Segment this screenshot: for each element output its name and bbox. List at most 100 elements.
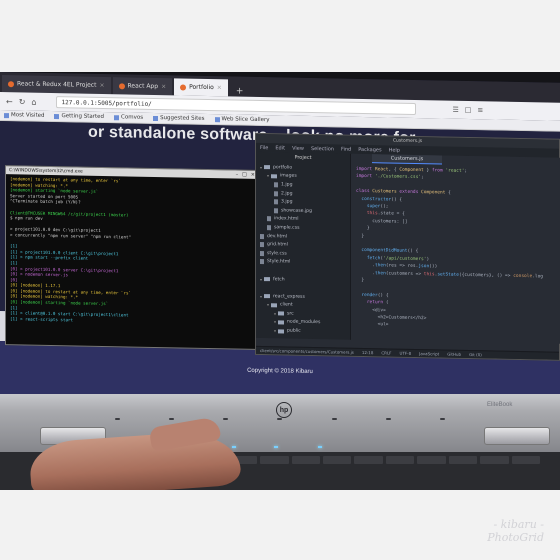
tree-label: src xyxy=(287,311,294,317)
terminal-window[interactable]: C:\WINDOWS\system32\cmd.exe – □ × [nodem… xyxy=(5,165,259,350)
new-tab-button[interactable]: + xyxy=(230,86,250,97)
menu-item[interactable]: Edit xyxy=(275,145,285,151)
tree-label: node_modules xyxy=(287,319,321,326)
tree-label: client xyxy=(280,302,293,308)
folder-icon xyxy=(264,294,271,299)
home-icon[interactable]: ⌂ xyxy=(31,97,36,106)
model-label: EliteBook xyxy=(487,402,513,408)
tree-label: index.html xyxy=(274,216,299,223)
project-tree: Project ▾ portfolio ▾ images 1.jpg 2.jpg 3.jpg… xyxy=(256,151,351,340)
close-tab-icon[interactable]: × xyxy=(217,84,222,91)
code-token: render xyxy=(361,292,378,299)
close-tab-icon[interactable]: × xyxy=(161,83,166,90)
terminal-title: C:\WINDOWS\system32\cmd.exe xyxy=(9,167,83,175)
code-token: console xyxy=(513,273,533,279)
code-token: <ul> xyxy=(356,322,389,328)
code-token: } xyxy=(423,168,432,174)
bookmark-icon xyxy=(4,112,9,118)
folder-icon xyxy=(278,311,285,316)
code-token: return xyxy=(366,300,384,306)
status-item: client/src/components/customers/Customer… xyxy=(260,347,354,355)
copyright-text: Copyright © 2018 Kibaru xyxy=(247,367,313,376)
tree-label: 3.jpg xyxy=(281,199,293,205)
folder-icon xyxy=(264,277,271,282)
code-token: fetch xyxy=(366,255,381,262)
file-icon xyxy=(274,190,278,196)
tree-folder[interactable]: ▾ public xyxy=(256,326,350,336)
code-token: '/api/customers' xyxy=(383,256,427,263)
code-token: setState xyxy=(437,272,459,278)
menu-item[interactable]: Packages xyxy=(358,146,381,152)
watermark-line2: PhotoGrid xyxy=(487,531,544,544)
tree-label: showcase.jpg xyxy=(281,208,313,214)
browser-tab-label: Portfolio xyxy=(189,83,214,92)
folder-icon xyxy=(278,328,285,334)
url-text: 127.0.0.1:5005/portfolio/ xyxy=(61,98,152,108)
folder-icon xyxy=(278,320,285,325)
right-hinge xyxy=(484,427,550,445)
tree-label: dev.html xyxy=(267,233,288,240)
file-icon xyxy=(260,233,264,239)
code-token: 'react' xyxy=(445,168,465,174)
status-item: UTF-8 xyxy=(399,350,412,356)
tree-label: Style.html xyxy=(267,259,291,265)
code-token: ( xyxy=(383,300,389,306)
code-token: then xyxy=(374,263,386,269)
menu-item[interactable]: File xyxy=(260,144,268,150)
code-token: () { xyxy=(407,249,419,255)
menu-item[interactable]: Selection xyxy=(311,145,334,151)
code-token: class xyxy=(356,189,373,195)
library-icon[interactable]: ☰ xyxy=(452,106,458,114)
maximize-icon[interactable]: □ xyxy=(242,172,247,178)
browser-tab[interactable]: React & Redux 4EL Project × xyxy=(2,75,111,95)
menu-item[interactable]: Find xyxy=(341,146,351,152)
bookmark-label: Suggested Sites xyxy=(160,115,205,122)
code-token: } xyxy=(356,277,365,284)
bookmark-item[interactable]: Web Slice Gallery xyxy=(214,116,270,123)
code-token: import xyxy=(356,174,375,180)
sidebar-icon[interactable]: □ xyxy=(465,106,472,114)
editor-window[interactable]: Customers.js File Edit View Selection Find Pa… xyxy=(255,132,560,361)
tree-label: style.css xyxy=(267,250,287,257)
tree-label: images xyxy=(280,173,297,180)
bookmark-item[interactable]: Comvos xyxy=(114,114,143,121)
code-token: this xyxy=(366,211,378,217)
reload-icon[interactable]: ↻ xyxy=(19,97,26,106)
code-editor[interactable]: Customers.js import React, { Component }… xyxy=(352,153,560,344)
screen-glass: React & Redux 4EL Project × React App × Port… xyxy=(0,72,560,405)
chevron-down-icon: ▾ xyxy=(267,302,270,308)
bookmark-item[interactable]: Getting Started xyxy=(54,113,104,120)
chevron-down-icon: ▾ xyxy=(260,276,263,282)
menu-item[interactable]: View xyxy=(292,145,304,151)
bookmark-item[interactable]: Most Visited xyxy=(4,112,44,119)
code-token: , { xyxy=(388,167,400,173)
menu-item[interactable]: Help xyxy=(389,147,400,153)
tree-label: portfolio xyxy=(273,165,293,171)
code-token: (); xyxy=(380,204,389,210)
browser-tab[interactable]: React App × xyxy=(112,77,173,96)
file-icon xyxy=(274,208,278,214)
bookmark-item[interactable]: Suggested Sites xyxy=(153,115,205,122)
file-icon xyxy=(260,250,264,256)
tree-label: 2.jpg xyxy=(281,190,293,197)
file-icon xyxy=(267,216,271,222)
chevron-down-icon: ▾ xyxy=(260,164,263,170)
code-token: . xyxy=(356,270,375,276)
code-token: customers: [] xyxy=(356,218,408,225)
close-tab-icon[interactable]: × xyxy=(99,82,104,89)
file-icon xyxy=(274,199,278,205)
tree-label: sample.css xyxy=(274,225,300,231)
status-item: Git (0) xyxy=(469,352,482,358)
file-icon xyxy=(267,225,271,231)
menu-icon[interactable]: ≡ xyxy=(477,106,483,114)
code-token: constructor xyxy=(361,196,392,203)
bookmark-icon xyxy=(114,114,120,120)
code-token: () { xyxy=(377,293,389,299)
tree-label: public xyxy=(287,328,301,334)
back-arrow-icon[interactable]: ← xyxy=(6,97,13,106)
chevron-down-icon: ▾ xyxy=(267,173,270,179)
code-token: then xyxy=(374,270,386,277)
code-token: } xyxy=(356,226,370,232)
browser-tab[interactable]: Portfolio × xyxy=(174,78,228,97)
minimize-icon[interactable]: – xyxy=(236,172,239,178)
